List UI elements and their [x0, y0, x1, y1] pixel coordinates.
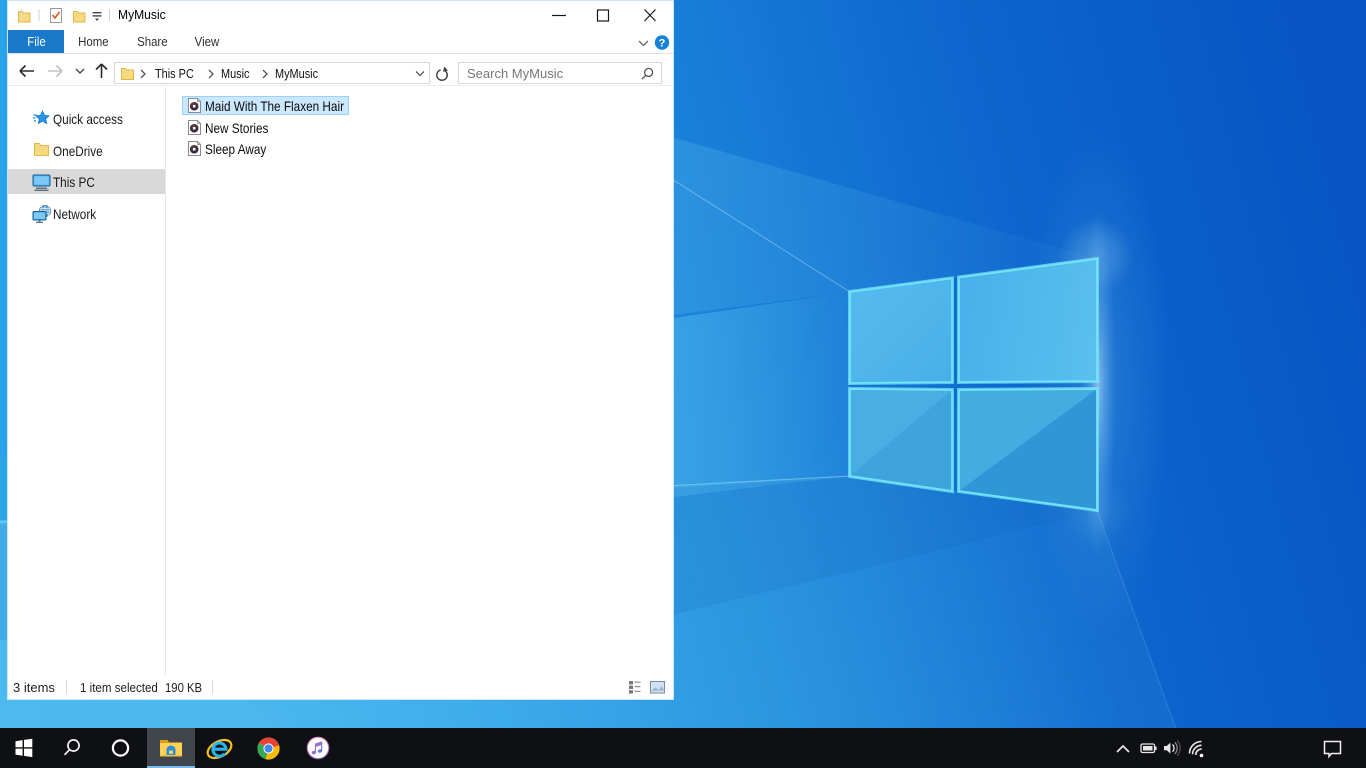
svg-text:?: ? — [659, 37, 666, 49]
